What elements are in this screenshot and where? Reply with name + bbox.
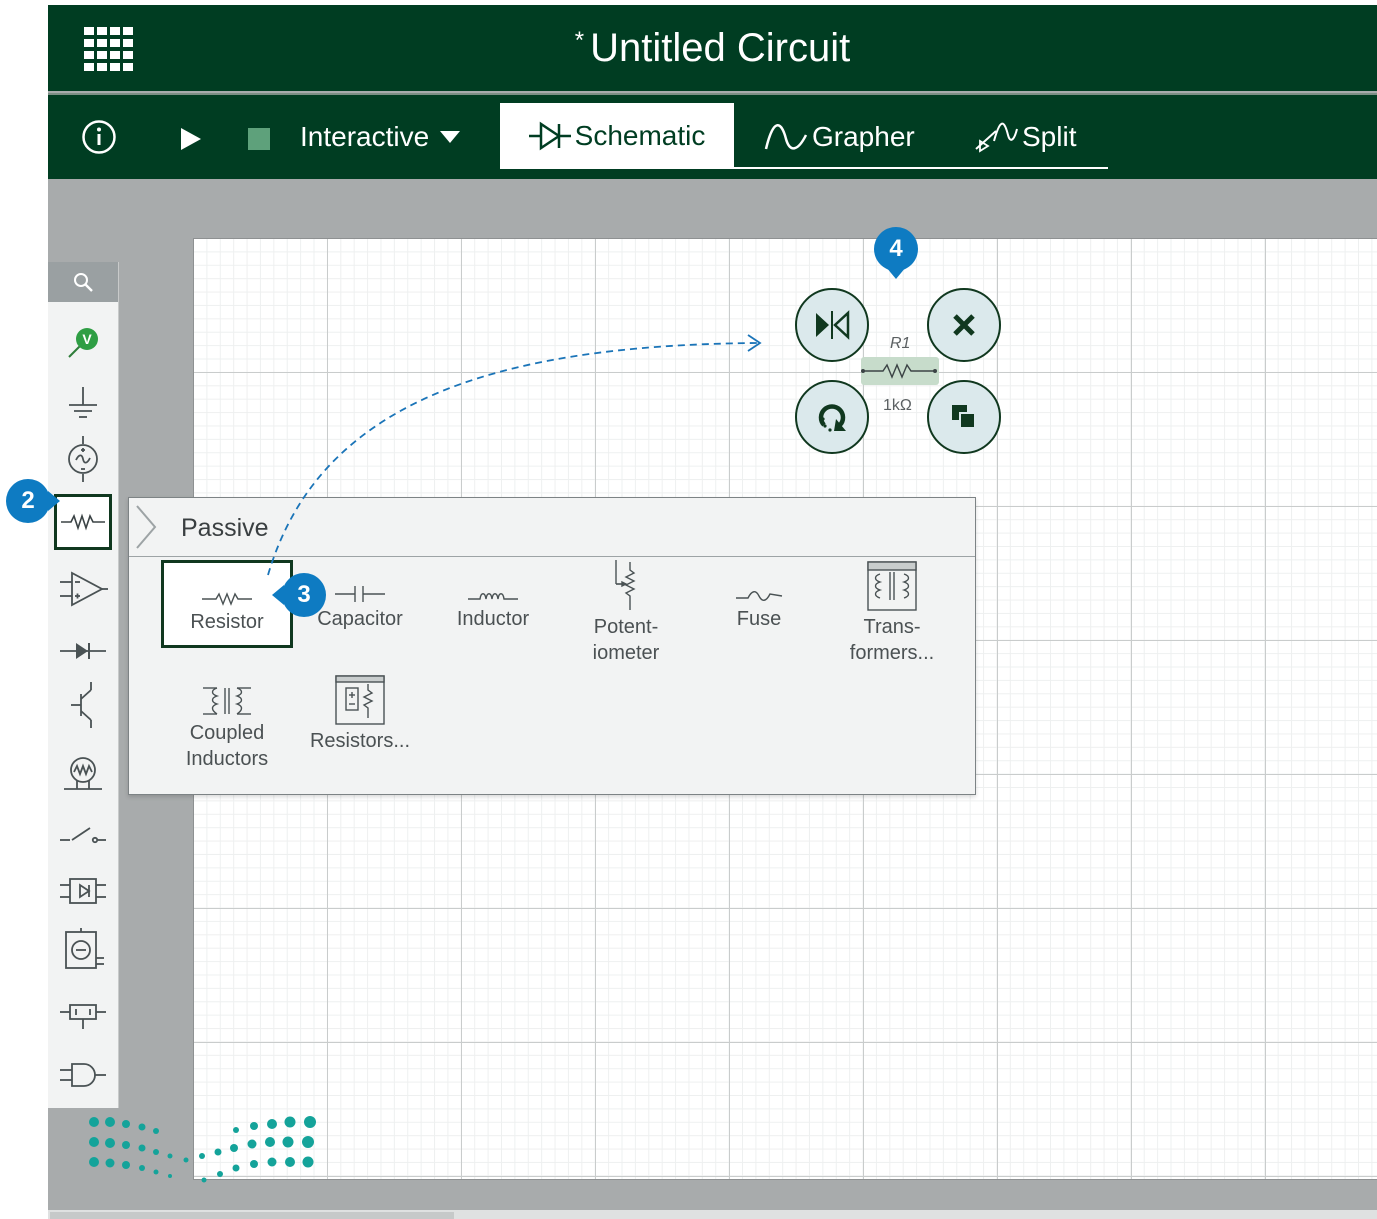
callout-3-tail xyxy=(272,585,284,605)
search-icon xyxy=(74,273,93,292)
play-icon[interactable] xyxy=(180,127,202,151)
probe-letter: V xyxy=(82,331,92,347)
palette-opamp[interactable] xyxy=(48,564,118,614)
palette-switch[interactable] xyxy=(48,810,118,860)
placed-resistor-icon xyxy=(861,363,937,379)
transistor-icon xyxy=(71,682,92,728)
drag-path-arrow xyxy=(267,334,762,576)
mode-dropdown[interactable]: Interactive xyxy=(300,115,461,159)
component-label-line2: formers... xyxy=(849,642,935,664)
close-icon xyxy=(953,314,975,336)
component-transformers[interactable]: Trans- formers... xyxy=(826,560,958,666)
document-title: * Untitled Circuit xyxy=(48,5,1377,91)
connector-icon xyxy=(60,1004,106,1029)
component-coupled-inductors[interactable]: Coupled Inductors xyxy=(161,674,293,772)
component-label: Resistors... xyxy=(309,730,411,752)
rotate-icon xyxy=(818,404,846,432)
component-value: 1kΩ xyxy=(883,397,912,414)
palette-probe[interactable]: V xyxy=(48,318,118,368)
lamp-icon xyxy=(64,757,102,790)
callout-2-tail xyxy=(48,491,60,511)
component-designator: R1 xyxy=(890,335,911,352)
switch-icon xyxy=(60,827,106,844)
component-palette: V xyxy=(48,262,119,1108)
relay-icon xyxy=(60,878,106,904)
flip-icon xyxy=(816,310,850,340)
palette-transistor[interactable] xyxy=(48,680,118,730)
palette-relay[interactable] xyxy=(48,866,118,916)
ac-source-icon xyxy=(68,436,98,482)
transformer-icon xyxy=(867,561,917,611)
info-icon[interactable] xyxy=(81,119,117,155)
logic-gate-icon xyxy=(60,1063,106,1087)
tab-grapher-label: Grapher xyxy=(812,121,915,152)
circuit-app-window: * Untitled Circuit Interactive Schematic… xyxy=(48,5,1377,1219)
resistor-category-icon xyxy=(61,513,105,531)
tab-underline xyxy=(734,167,1108,169)
op-amp-icon xyxy=(60,571,108,607)
delete-button[interactable] xyxy=(927,288,1001,362)
diode-icon xyxy=(60,643,106,659)
split-tab-icon xyxy=(975,122,1018,153)
palette-diode[interactable] xyxy=(48,626,118,676)
ground-icon xyxy=(69,387,97,418)
document-title-text: Untitled Circuit xyxy=(590,25,851,70)
rotate-button[interactable] xyxy=(795,380,869,454)
callout-3: 3 xyxy=(282,573,326,617)
voltmeter-probe-icon: V xyxy=(68,328,98,358)
tab-split-label: Split xyxy=(1022,121,1077,152)
scrollbar-thumb[interactable] xyxy=(50,1212,454,1219)
component-label-line1: Coupled xyxy=(189,722,265,744)
unsaved-marker: * xyxy=(574,27,585,54)
title-bar: * Untitled Circuit xyxy=(48,5,1377,91)
palette-connector[interactable] xyxy=(48,990,118,1040)
placed-resistor[interactable] xyxy=(861,357,939,385)
page-margin xyxy=(0,0,48,1219)
component-resistor-networks[interactable]: Resistors... xyxy=(294,674,426,754)
callout-4: 4 xyxy=(874,227,918,271)
palette-motor[interactable] xyxy=(48,928,118,978)
stop-icon[interactable] xyxy=(248,128,270,150)
component-label-line1: Trans- xyxy=(863,616,921,638)
palette-search-button[interactable] xyxy=(48,262,118,302)
toolbar: Interactive Schematic Grapher Split xyxy=(48,93,1377,179)
flip-button[interactable] xyxy=(795,288,869,362)
motor-icon xyxy=(65,928,104,969)
tab-split[interactable]: Split xyxy=(974,115,1076,159)
caret-down-icon xyxy=(440,131,461,143)
palette-logic[interactable] xyxy=(48,1050,118,1100)
tab-schematic[interactable]: Schematic xyxy=(500,103,734,169)
duplicate-icon xyxy=(952,405,976,429)
callout-4-tail xyxy=(886,267,906,279)
palette-source[interactable] xyxy=(48,434,118,484)
tab-schematic-label: Schematic xyxy=(574,120,706,151)
duplicate-button[interactable] xyxy=(927,380,1001,454)
palette-passive-category[interactable] xyxy=(54,494,112,550)
dots-logo-icon xyxy=(89,1116,316,1183)
component-label-line2: Inductors xyxy=(185,748,269,770)
callout-2: 2 xyxy=(6,479,50,523)
coupled-inductors-icon xyxy=(203,687,251,715)
wave-tab-icon xyxy=(764,124,808,150)
resistor-icon xyxy=(202,592,252,606)
component-label-line2: iometer xyxy=(592,642,660,664)
palette-ground[interactable] xyxy=(48,378,118,428)
resistor-network-icon xyxy=(335,675,385,725)
diode-tab-icon xyxy=(528,121,571,151)
mode-label: Interactive xyxy=(300,121,430,152)
palette-lamp[interactable] xyxy=(48,748,118,798)
flyout-chevron-icon xyxy=(136,505,157,549)
tab-grapher[interactable]: Grapher xyxy=(764,115,915,159)
